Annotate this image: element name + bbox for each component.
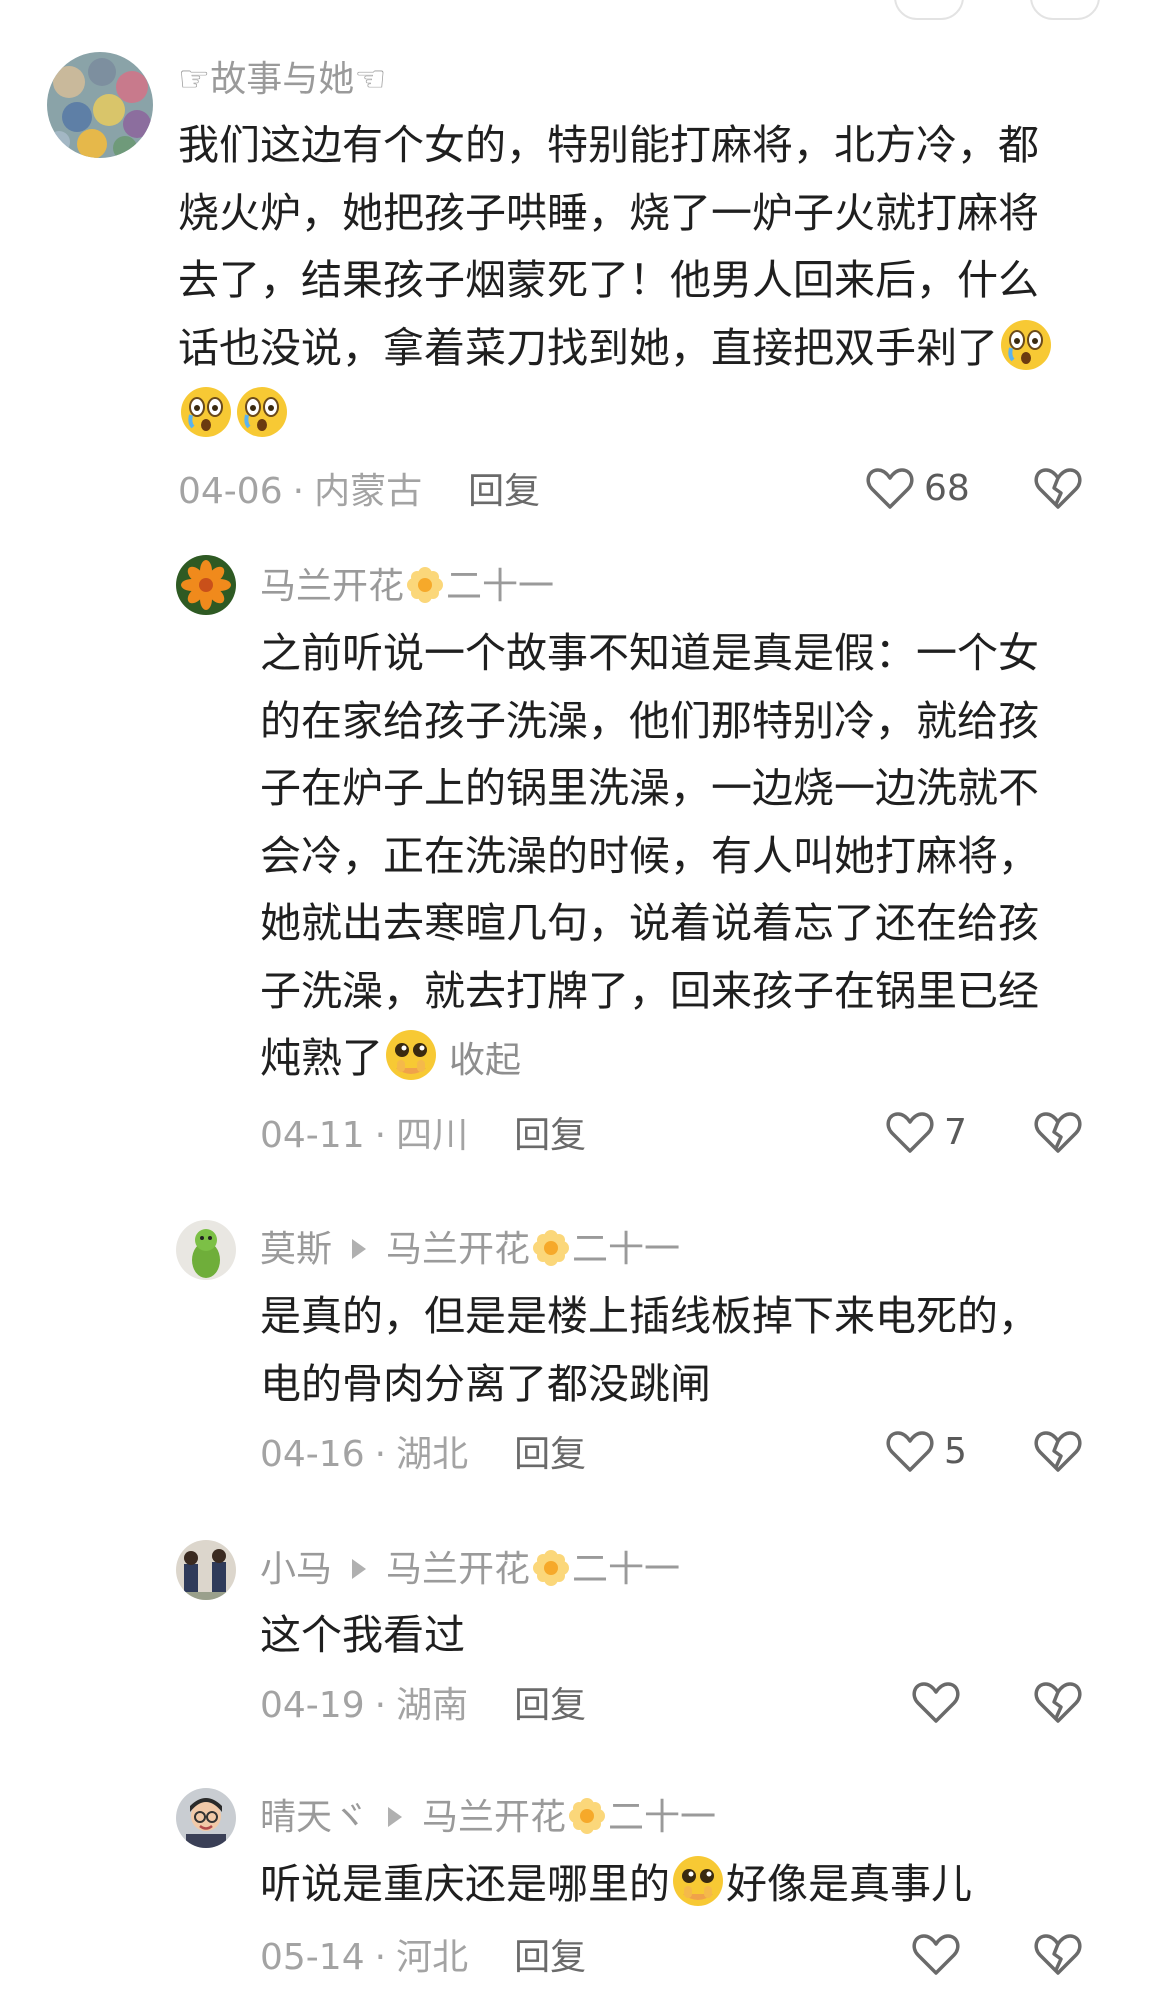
heart-outline-icon <box>912 1934 960 1975</box>
top-action-button[interactable] <box>1030 0 1100 20</box>
reply-button[interactable]: 回复 <box>514 1685 586 1726</box>
avatar[interactable] <box>47 52 153 158</box>
like-button[interactable]: 68 <box>866 466 970 510</box>
heart-outline-icon <box>886 1431 934 1472</box>
reply-button[interactable]: 回复 <box>514 1115 586 1156</box>
top-action-button[interactable] <box>894 0 964 20</box>
reply-button[interactable]: 回复 <box>514 1937 586 1978</box>
comment-text: 之前听说一个故事不知道是真是假：一个女的在家给孩子洗澡，他们那特别冷，就给孩子在… <box>260 629 1039 1082</box>
comment-username[interactable]: 莫斯 马兰开花 二十一 <box>260 1228 680 1272</box>
comment-location: 湖北 <box>396 1434 469 1475</box>
comment-location: 四川 <box>396 1115 469 1156</box>
comment-location: 湖南 <box>396 1685 469 1726</box>
like-count: 68 <box>924 467 970 509</box>
comment-date: 04-11 <box>260 1115 365 1156</box>
like-count: 7 <box>944 1111 967 1153</box>
heart-outline-icon <box>886 1112 934 1153</box>
pleading-emoji-icon <box>384 1028 438 1082</box>
comment-meta: 04-06 · 内蒙古 回复 <box>178 471 541 512</box>
reply-arrow-icon <box>388 1807 403 1827</box>
comment-meta: 04-11 · 四川 回复 <box>260 1115 587 1156</box>
avatar[interactable] <box>176 555 236 615</box>
dislike-button[interactable] <box>1034 1429 1082 1473</box>
sunflower-badge-icon <box>568 1797 606 1835</box>
shocked-emoji-icon <box>179 385 233 439</box>
avatar[interactable] <box>176 1220 236 1280</box>
heart-outline-icon <box>912 1682 960 1723</box>
reply-arrow-icon <box>352 1559 367 1579</box>
comment-username[interactable]: 晴天ヾ 马兰开花 二十一 <box>260 1796 716 1840</box>
top-action-bar <box>0 0 1152 20</box>
broken-heart-icon <box>1034 1682 1082 1723</box>
comment-meta: 05-14 · 河北 回复 <box>260 1937 587 1978</box>
broken-heart-icon <box>1034 1112 1082 1153</box>
comment-meta: 04-19 · 湖南 回复 <box>260 1685 587 1726</box>
comment-date: 04-16 <box>260 1434 365 1475</box>
comment-date: 04-06 <box>178 471 283 512</box>
comment-meta: 04-16 · 湖北 回复 <box>260 1434 587 1475</box>
shocked-emoji-icon <box>999 318 1053 372</box>
dislike-button[interactable] <box>1034 1932 1082 1976</box>
comment-text: 听说是重庆还是哪里的 好像是真事儿 <box>260 1851 1080 1919</box>
shocked-emoji-icon <box>235 385 289 439</box>
reply-arrow-icon <box>352 1239 367 1259</box>
broken-heart-icon <box>1034 1934 1082 1975</box>
comment-text: 我们这边有个女的，特别能打麻将，北方冷，都烧火炉，她把孩子哄睡，烧了一炉子火就打… <box>178 112 1078 450</box>
comment-text: 是真的，但是是楼上插线板掉下来电死的，电的骨肉分离了都没跳闸 <box>260 1292 1039 1408</box>
heart-outline-icon <box>866 468 914 509</box>
comment-date: 04-19 <box>260 1685 365 1726</box>
comment-location: 内蒙古 <box>314 471 423 512</box>
collapse-button[interactable]: 收起 <box>449 1040 521 1081</box>
broken-heart-icon <box>1034 1431 1082 1472</box>
comment-username[interactable]: 马兰开花 二十一 <box>260 565 554 609</box>
broken-heart-icon <box>1034 468 1082 509</box>
comment-username[interactable]: ☞故事与她☜ <box>178 58 387 102</box>
comment-username[interactable]: 小马 马兰开花 二十一 <box>260 1548 680 1592</box>
like-button[interactable]: 7 <box>886 1110 967 1154</box>
avatar[interactable] <box>176 1540 236 1600</box>
like-button[interactable] <box>912 1680 970 1724</box>
like-button[interactable] <box>912 1932 970 1976</box>
comment-date: 05-14 <box>260 1937 365 1978</box>
comment-text: 这个我看过 <box>260 1611 465 1659</box>
sunflower-badge-icon <box>406 566 444 604</box>
comment-location: 河北 <box>396 1937 469 1978</box>
like-button[interactable]: 5 <box>886 1429 967 1473</box>
sunflower-badge-icon <box>532 1229 570 1267</box>
reply-button[interactable]: 回复 <box>468 471 540 512</box>
reply-button[interactable]: 回复 <box>514 1434 586 1475</box>
pleading-emoji-icon <box>671 1854 725 1908</box>
dislike-button[interactable] <box>1034 1680 1082 1724</box>
dislike-button[interactable] <box>1034 1110 1082 1154</box>
dislike-button[interactable] <box>1034 466 1082 510</box>
avatar[interactable] <box>176 1788 236 1848</box>
like-count: 5 <box>944 1430 967 1472</box>
sunflower-badge-icon <box>532 1549 570 1587</box>
